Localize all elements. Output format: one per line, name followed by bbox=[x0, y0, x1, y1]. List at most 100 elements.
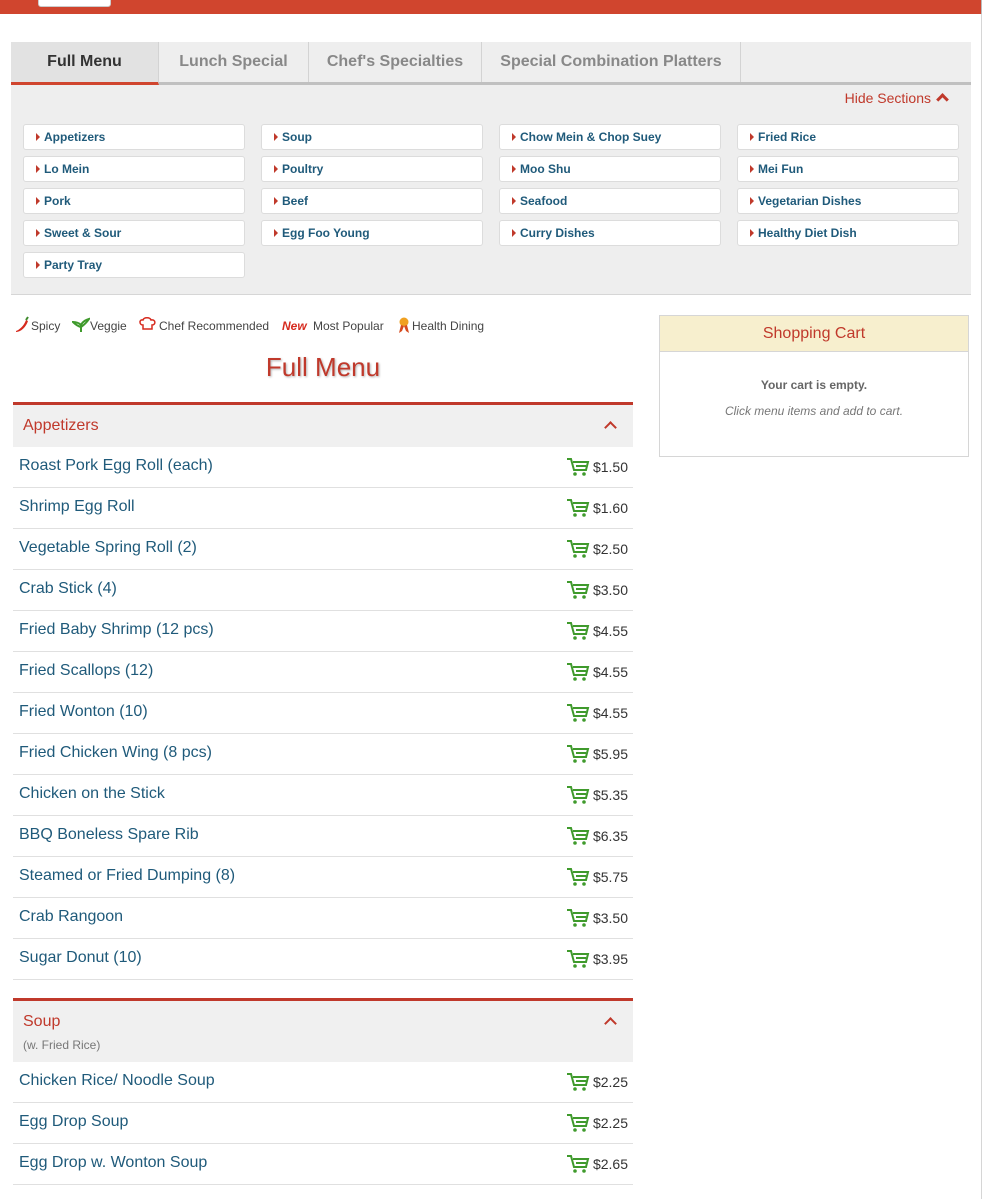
section-link[interactable]: Fried Rice bbox=[737, 124, 959, 150]
section-link[interactable]: Lo Mein bbox=[23, 156, 245, 182]
menu-item-name[interactable]: Egg Drop w. Wonton Soup bbox=[19, 1154, 207, 1172]
add-to-cart-icon[interactable] bbox=[566, 498, 590, 518]
section-link[interactable]: Party Tray bbox=[23, 252, 245, 278]
menu-item-name[interactable]: Chicken Rice/ Noodle Soup bbox=[19, 1072, 215, 1090]
add-to-cart-icon[interactable] bbox=[566, 580, 590, 600]
cart-empty-message: Your cart is empty. bbox=[760, 378, 868, 392]
new-badge-icon: New bbox=[282, 319, 307, 333]
menu-item-name[interactable]: Crab Rangoon bbox=[19, 908, 123, 926]
tab-full-menu[interactable]: Full Menu bbox=[11, 42, 159, 85]
legend-label: Most Popular bbox=[313, 319, 384, 333]
add-to-cart-icon[interactable] bbox=[566, 621, 590, 641]
menu-item-name[interactable]: Fried Chicken Wing (8 pcs) bbox=[19, 744, 212, 762]
menu-item-name[interactable]: Shrimp Egg Roll bbox=[19, 498, 135, 516]
legend-label: Spicy bbox=[31, 319, 61, 333]
section-link[interactable]: Soup bbox=[261, 124, 483, 150]
menu-item-row[interactable]: Vegetable Spring Roll (2) $2.50 bbox=[13, 529, 633, 570]
section-header: Appetizers bbox=[13, 402, 633, 447]
menu-item-row[interactable]: Fried Scallops (12) $4.55 bbox=[13, 652, 633, 693]
section-link[interactable]: Mei Fun bbox=[737, 156, 959, 182]
section-title: Appetizers bbox=[23, 417, 99, 434]
tab-lunch-special[interactable]: Lunch Special bbox=[159, 42, 309, 82]
menu-item-row[interactable]: Crab Rangoon $3.50 bbox=[13, 898, 633, 939]
add-to-cart-icon[interactable] bbox=[566, 949, 590, 969]
menu-item-row[interactable]: Steamed or Fried Dumping (8) $5.75 bbox=[13, 857, 633, 898]
section-link[interactable]: Pork bbox=[23, 188, 245, 214]
menu-item-name[interactable]: Steamed or Fried Dumping (8) bbox=[19, 867, 235, 885]
add-to-cart-icon[interactable] bbox=[566, 1072, 590, 1092]
menu-item-row[interactable]: Fried Baby Shrimp (12 pcs) $4.55 bbox=[13, 611, 633, 652]
hide-sections-toggle[interactable]: Hide Sections bbox=[845, 90, 949, 106]
menu-item-price: $5.75 bbox=[592, 869, 628, 885]
menu-item-row[interactable]: Egg Drop Soup $2.25 bbox=[13, 1103, 633, 1144]
add-to-cart-icon[interactable] bbox=[566, 826, 590, 846]
section-link[interactable]: Seafood bbox=[499, 188, 721, 214]
menu-item-price: $2.25 bbox=[592, 1115, 628, 1131]
menu-item-price: $5.35 bbox=[592, 787, 628, 803]
menu-item-price: $3.95 bbox=[592, 951, 628, 967]
chevron-up-icon[interactable] bbox=[604, 1017, 617, 1030]
add-to-cart-icon[interactable] bbox=[566, 1154, 590, 1174]
section-link[interactable]: Egg Foo Young bbox=[261, 220, 483, 246]
page-title: Full Menu bbox=[265, 352, 381, 382]
ribbon-icon bbox=[399, 317, 409, 333]
add-to-cart-icon[interactable] bbox=[566, 539, 590, 559]
menu-item-price: $1.60 bbox=[592, 500, 628, 516]
menu-item-name[interactable]: Fried Baby Shrimp (12 pcs) bbox=[19, 621, 214, 639]
menu-item-name[interactable]: Chicken on the Stick bbox=[19, 785, 165, 803]
tab-chefs-specialties[interactable]: Chef's Specialties bbox=[309, 42, 482, 82]
tab-special-combination-platters[interactable]: Special Combination Platters bbox=[482, 42, 741, 82]
menu-item-name[interactable]: Fried Scallops (12) bbox=[19, 662, 153, 680]
menu-item-price: $2.50 bbox=[592, 541, 628, 557]
add-to-cart-icon[interactable] bbox=[566, 744, 590, 764]
menu-tabs: Full Menu Lunch Special Chef's Specialti… bbox=[11, 42, 971, 85]
menu-item-name[interactable]: Fried Wonton (10) bbox=[19, 703, 148, 721]
legend-label: Veggie bbox=[90, 319, 127, 333]
section-link[interactable]: Curry Dishes bbox=[499, 220, 721, 246]
menu-navigation-panel: Full Menu Lunch Special Chef's Specialti… bbox=[11, 42, 971, 295]
section-link[interactable]: Poultry bbox=[261, 156, 483, 182]
add-to-cart-icon[interactable] bbox=[566, 1113, 590, 1133]
menu-item-row[interactable]: Shrimp Egg Roll $1.60 bbox=[13, 488, 633, 529]
add-to-cart-icon[interactable] bbox=[566, 457, 590, 477]
menu-item-row[interactable]: BBQ Boneless Spare Rib $6.35 bbox=[13, 816, 633, 857]
add-to-cart-icon[interactable] bbox=[566, 867, 590, 887]
section-link[interactable]: Healthy Diet Dish bbox=[737, 220, 959, 246]
menu-item-price: $4.55 bbox=[592, 664, 628, 680]
menu-item-name[interactable]: Crab Stick (4) bbox=[19, 580, 117, 598]
menu-item-row[interactable]: Egg Drop w. Wonton Soup $2.65 bbox=[13, 1144, 633, 1185]
svg-text:New: New bbox=[282, 319, 307, 333]
leaf-icon bbox=[72, 317, 90, 332]
add-to-cart-icon[interactable] bbox=[566, 785, 590, 805]
menu-item-row[interactable]: Chicken Rice/ Noodle Soup $2.25 bbox=[13, 1062, 633, 1103]
menu-item-name[interactable]: BBQ Boneless Spare Rib bbox=[19, 826, 199, 844]
menu-item-price: $3.50 bbox=[592, 910, 628, 926]
shopping-cart: Shopping Cart Your cart is empty. Click … bbox=[659, 315, 969, 457]
top-header-bar bbox=[0, 0, 982, 14]
header-search-box[interactable] bbox=[38, 0, 111, 7]
menu-item-price: $2.25 bbox=[592, 1074, 628, 1090]
menu-item-row[interactable]: Roast Pork Egg Roll (each) $1.50 bbox=[13, 447, 633, 488]
menu-item-name[interactable]: Roast Pork Egg Roll (each) bbox=[19, 457, 213, 475]
section-link[interactable]: Moo Shu bbox=[499, 156, 721, 182]
menu-item-price: $6.35 bbox=[592, 828, 628, 844]
add-to-cart-icon[interactable] bbox=[566, 703, 590, 723]
chevron-up-icon[interactable] bbox=[604, 421, 617, 434]
add-to-cart-icon[interactable] bbox=[566, 662, 590, 682]
section-title: Soup bbox=[23, 1013, 61, 1030]
menu-item-name[interactable]: Egg Drop Soup bbox=[19, 1113, 128, 1131]
section-link[interactable]: Beef bbox=[261, 188, 483, 214]
menu-item-name[interactable]: Vegetable Spring Roll (2) bbox=[19, 539, 197, 557]
section-link[interactable]: Chow Mein & Chop Suey bbox=[499, 124, 721, 150]
section-link[interactable]: Appetizers bbox=[23, 124, 245, 150]
add-to-cart-icon[interactable] bbox=[566, 908, 590, 928]
menu-item-row[interactable]: Sugar Donut (10) $3.95 bbox=[13, 939, 633, 980]
menu-item-row[interactable]: Crab Stick (4) $3.50 bbox=[13, 570, 633, 611]
menu-item-row[interactable]: Fried Chicken Wing (8 pcs) $5.95 bbox=[13, 734, 633, 775]
menu-item-row[interactable]: Fried Wonton (10) $4.55 bbox=[13, 693, 633, 734]
menu-item-name[interactable]: Sugar Donut (10) bbox=[19, 949, 142, 967]
section-header: Soup (w. Fried Rice) bbox=[13, 998, 633, 1062]
section-link[interactable]: Sweet & Sour bbox=[23, 220, 245, 246]
section-link[interactable]: Vegetarian Dishes bbox=[737, 188, 959, 214]
menu-item-row[interactable]: Chicken on the Stick $5.35 bbox=[13, 775, 633, 816]
